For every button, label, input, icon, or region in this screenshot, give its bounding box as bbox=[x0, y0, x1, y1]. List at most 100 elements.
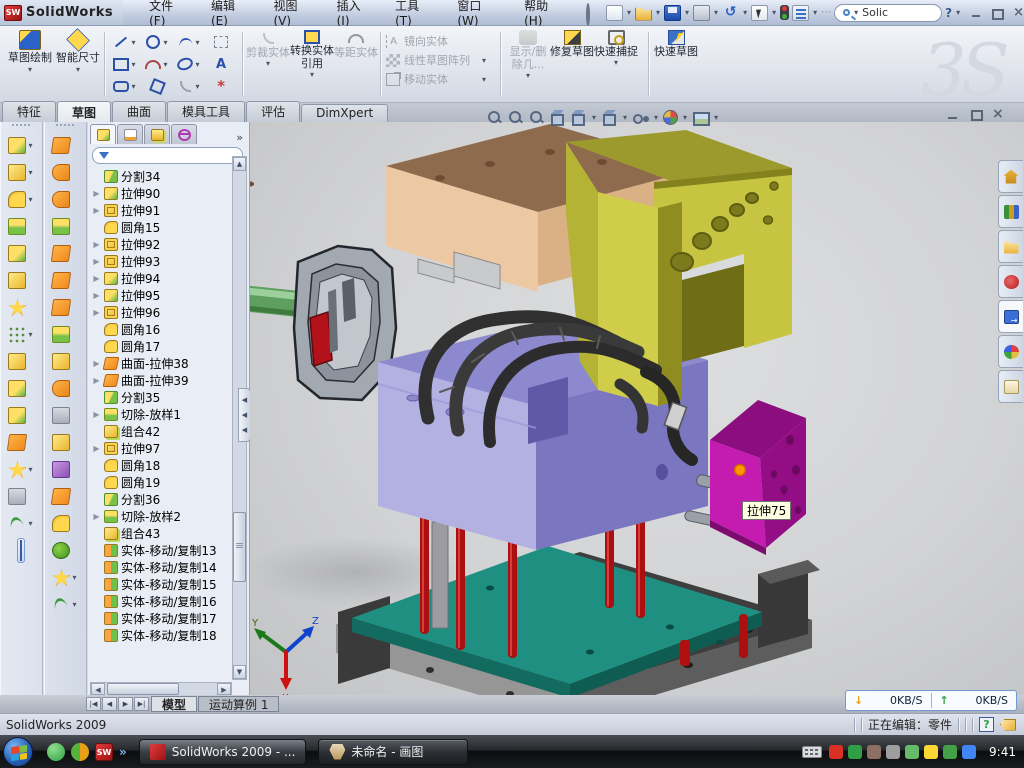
previous-view-icon[interactable] bbox=[528, 109, 545, 125]
messenger-icon[interactable] bbox=[47, 743, 65, 761]
smart-dimension-button[interactable]: 智能尺寸▾ bbox=[54, 26, 102, 74]
select-arrow-icon[interactable] bbox=[751, 5, 768, 21]
slot-tool[interactable]: ▾ bbox=[110, 78, 140, 94]
toolbar-grip[interactable] bbox=[56, 124, 74, 130]
tree-item[interactable]: ▶ 圆角16 bbox=[92, 321, 232, 338]
command-tab[interactable]: 特征 bbox=[2, 101, 56, 122]
tree-item[interactable]: ▶ 拉伸96 bbox=[92, 304, 232, 321]
pin-icon[interactable] bbox=[586, 5, 603, 21]
expand-arrow-icon[interactable]: ▶ bbox=[92, 410, 101, 419]
prev-tab-icon[interactable]: ◀ bbox=[102, 697, 117, 711]
tree-item[interactable]: ▶ 曲面-拉伸38 bbox=[92, 355, 232, 372]
feature-tool-button[interactable]: ▾ bbox=[0, 483, 42, 510]
search-input[interactable]: Solic bbox=[862, 6, 888, 19]
file-explorer-tab[interactable] bbox=[998, 230, 1023, 263]
property-manager-tab[interactable] bbox=[117, 124, 143, 144]
doc-restore-icon[interactable] bbox=[969, 109, 982, 120]
feature-tool-button[interactable]: ▾ bbox=[44, 483, 86, 510]
scroll-right-icon[interactable]: ▶ bbox=[217, 683, 231, 695]
doc-minimize-icon[interactable] bbox=[946, 109, 959, 120]
feature-tool-button[interactable]: ▾ bbox=[44, 591, 86, 618]
solidworks-shortcut-icon[interactable]: SW bbox=[95, 743, 113, 761]
tree-item[interactable]: ▶ 实体-移动/复制16 bbox=[92, 593, 232, 610]
save-icon[interactable] bbox=[664, 5, 681, 21]
resources-tab[interactable] bbox=[998, 160, 1023, 193]
feature-tool-button[interactable]: ▾ bbox=[0, 132, 42, 159]
doc-close-icon[interactable]: × bbox=[992, 109, 1005, 120]
tree-item[interactable]: ▶ 拉伸92 bbox=[92, 236, 232, 253]
new-file-icon[interactable] bbox=[606, 5, 623, 21]
scroll-up-icon[interactable]: ▲ bbox=[233, 157, 246, 171]
dimxpert-manager-tab[interactable] bbox=[171, 124, 197, 144]
feature-tool-button[interactable]: ▾ bbox=[0, 267, 42, 294]
feature-tool-button[interactable]: ▾ bbox=[44, 537, 86, 564]
expand-arrow-icon[interactable]: ▶ bbox=[92, 359, 101, 368]
tree-item[interactable]: ▶ 实体-移动/复制17 bbox=[92, 610, 232, 627]
tag-icon[interactable] bbox=[1000, 719, 1016, 731]
command-tab[interactable]: 评估 bbox=[246, 101, 300, 122]
tray-update-icon[interactable] bbox=[867, 745, 881, 759]
feature-tool-button[interactable]: ▾ bbox=[0, 510, 42, 537]
feature-tool-button[interactable]: ▾ bbox=[0, 456, 42, 483]
rapid-sketch-button[interactable]: 快速草图 bbox=[654, 26, 698, 58]
graphics-viewport[interactable]: Y Z X bbox=[250, 122, 1024, 698]
feature-tool-button[interactable]: ▾ bbox=[0, 375, 42, 402]
model-canvas[interactable]: Y Z X bbox=[250, 122, 1024, 698]
zoom-to-fit-icon[interactable] bbox=[486, 109, 503, 125]
tree-item[interactable]: ▶ 切除-放样1 bbox=[92, 406, 232, 423]
tray-warning-icon[interactable] bbox=[924, 745, 938, 759]
command-tab[interactable]: 草图 bbox=[57, 101, 111, 123]
expand-arrow-icon[interactable]: ▶ bbox=[92, 189, 101, 198]
quick-launch-icon[interactable] bbox=[71, 743, 89, 761]
tree-filter-box[interactable] bbox=[92, 147, 243, 164]
restore-icon[interactable] bbox=[991, 7, 1005, 19]
design-library-tab[interactable] bbox=[998, 195, 1023, 228]
spline-tool[interactable]: ▾ bbox=[174, 34, 204, 50]
line-tool[interactable]: ▾ bbox=[110, 34, 140, 50]
tree-item[interactable]: ▶ 实体-移动/复制18 bbox=[92, 627, 232, 644]
taskbar-button[interactable]: SolidWorks 2009 - ... bbox=[139, 739, 307, 765]
ellipse-tool[interactable]: ▾ bbox=[174, 56, 204, 72]
custom-properties-tab[interactable] bbox=[998, 370, 1023, 403]
repair-sketch-button[interactable]: 修复草图 bbox=[550, 26, 594, 58]
feature-tool-button[interactable]: ▾ bbox=[0, 429, 42, 456]
toolbar-overflow-icon[interactable]: ⋯ bbox=[821, 7, 831, 18]
feature-tool-button[interactable]: ▾ bbox=[0, 348, 42, 375]
expand-arrow-icon[interactable]: ▶ bbox=[92, 444, 101, 453]
edit-appearance-icon[interactable] bbox=[663, 110, 678, 125]
search-results-tab[interactable] bbox=[998, 265, 1023, 298]
tree-item[interactable]: ▶ 圆角19 bbox=[92, 474, 232, 491]
feature-tool-button[interactable]: ▾ bbox=[44, 267, 86, 294]
minimize-icon[interactable] bbox=[969, 7, 983, 19]
tray-antivirus-icon[interactable] bbox=[943, 745, 957, 759]
view-orientation-icon[interactable] bbox=[570, 109, 587, 125]
feature-tool-button[interactable]: ▾ bbox=[0, 240, 42, 267]
toolbar-grip[interactable] bbox=[12, 124, 30, 130]
feature-tool-button[interactable]: ▾ bbox=[0, 321, 42, 348]
rectangle-tool[interactable]: ▾ bbox=[110, 56, 140, 72]
next-tab-icon[interactable]: ▶ bbox=[118, 697, 133, 711]
taskbar-button[interactable]: 未命名 - 画图 bbox=[318, 739, 468, 765]
tree-item[interactable]: ▶ 分割35 bbox=[92, 389, 232, 406]
last-tab-icon[interactable]: ▶| bbox=[134, 697, 149, 711]
tree-item[interactable]: ▶ 拉伸90 bbox=[92, 185, 232, 202]
display-style-icon[interactable] bbox=[601, 109, 618, 125]
status-help-icon[interactable]: ? bbox=[979, 717, 994, 732]
hide-show-items-icon[interactable] bbox=[632, 109, 649, 125]
tree-item[interactable]: ▶ 实体-移动/复制14 bbox=[92, 559, 232, 576]
tree-item[interactable]: ▶ 圆角15 bbox=[92, 219, 232, 236]
tray-security-alert-icon[interactable] bbox=[829, 745, 843, 759]
tree-item[interactable]: ▶ 实体-移动/复制15 bbox=[92, 576, 232, 593]
point-tool[interactable] bbox=[206, 78, 236, 94]
command-tab[interactable]: DimXpert bbox=[301, 104, 388, 122]
undo-icon[interactable]: ↺ bbox=[722, 5, 739, 21]
document-tab[interactable]: 模型 bbox=[151, 696, 197, 712]
help-icon[interactable]: ? bbox=[945, 6, 952, 20]
feature-tool-button[interactable]: ▾ bbox=[44, 213, 86, 240]
support-post[interactable] bbox=[432, 522, 448, 628]
measure-tool-button[interactable] bbox=[0, 537, 42, 564]
feature-tool-button[interactable]: ▾ bbox=[0, 213, 42, 240]
feature-tool-button[interactable]: ▾ bbox=[44, 321, 86, 348]
feature-tool-button[interactable]: ▾ bbox=[44, 564, 86, 591]
tree-item[interactable]: ▶ 圆角18 bbox=[92, 457, 232, 474]
